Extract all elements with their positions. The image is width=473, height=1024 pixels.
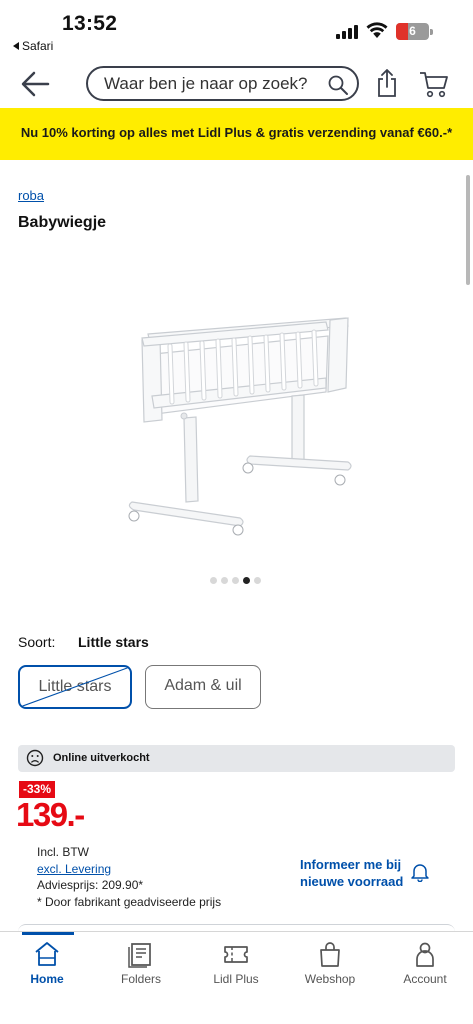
share-icon[interactable] bbox=[376, 68, 398, 98]
lidl-plus-icon bbox=[224, 946, 248, 963]
variant-option-little-stars[interactable]: Little stars bbox=[18, 665, 132, 709]
battery-fill bbox=[396, 23, 408, 40]
price-info: Incl. BTW excl. Levering Adviesprijs: 20… bbox=[37, 844, 221, 910]
carousel-dot[interactable] bbox=[232, 577, 239, 584]
signal-icon bbox=[336, 25, 358, 39]
folders-icon bbox=[128, 943, 151, 968]
scroll-indicator bbox=[466, 175, 470, 285]
variant-option-adam-uil[interactable]: Adam & uil bbox=[145, 665, 261, 709]
back-arrow-icon[interactable] bbox=[20, 70, 50, 98]
advice-price: Adviesprijs: 209.90* bbox=[37, 878, 144, 892]
back-triangle-icon bbox=[13, 42, 19, 50]
price-footnote: * Door fabrikant geadviseerde prijs bbox=[37, 894, 222, 909]
nav-item-folders[interactable]: Folders bbox=[94, 932, 188, 1002]
variant-selected-value: Little stars bbox=[78, 634, 149, 650]
back-to-app-link[interactable]: Safari bbox=[13, 39, 53, 53]
brand-link[interactable]: roba bbox=[18, 188, 44, 203]
search-icon[interactable] bbox=[327, 74, 349, 96]
nav-label-webshop: Webshop bbox=[304, 972, 356, 986]
bell-icon[interactable] bbox=[410, 862, 430, 882]
carousel-dot[interactable] bbox=[221, 577, 228, 584]
carousel-dot[interactable] bbox=[210, 577, 217, 584]
variant-option-label: Adam & uil bbox=[164, 677, 242, 694]
search-input[interactable]: Waar ben je naar op zoek? bbox=[86, 66, 359, 101]
variant-label: Soort: bbox=[18, 634, 56, 650]
incl-vat-text: Incl. BTW bbox=[37, 845, 90, 859]
stock-status-banner: Online uitverkocht bbox=[18, 745, 455, 772]
back-app-label: Safari bbox=[22, 39, 54, 53]
nav-label-account: Account bbox=[403, 972, 447, 986]
account-icon bbox=[416, 942, 434, 967]
promo-banner[interactable]: Nu 10% korting op alles met Lidl Plus & … bbox=[0, 108, 473, 160]
notify-line1: Informeer me bij bbox=[300, 857, 402, 872]
status-bar: 13:52 Safari 6 bbox=[0, 0, 473, 58]
nav-label-lidl-plus: Lidl Plus bbox=[213, 972, 259, 986]
cart-icon[interactable] bbox=[419, 70, 449, 98]
nav-label-folders: Folders bbox=[120, 972, 161, 986]
nav-label-home: Home bbox=[30, 972, 64, 986]
product-image-crib[interactable] bbox=[120, 296, 360, 542]
notify-restock-link[interactable]: Informeer me bij nieuwe voorraad bbox=[300, 856, 403, 890]
unavailable-strike bbox=[20, 667, 130, 707]
home-icon bbox=[35, 942, 59, 966]
carousel-dot[interactable] bbox=[254, 577, 261, 584]
wifi-icon bbox=[366, 22, 388, 38]
notify-line2: nieuwe voorraad bbox=[300, 874, 404, 889]
shopping-bag-icon bbox=[320, 942, 340, 967]
carousel-dot-active[interactable] bbox=[243, 577, 250, 584]
status-time: 13:52 bbox=[62, 12, 118, 35]
stock-status-text: Online uitverkocht bbox=[53, 752, 150, 764]
shipping-link[interactable]: excl. Levering bbox=[37, 861, 221, 878]
nav-item-lidl-plus[interactable]: Lidl Plus bbox=[189, 932, 283, 1002]
sad-face-icon bbox=[26, 749, 44, 767]
search-placeholder: Waar ben je naar op zoek? bbox=[104, 74, 308, 93]
price: 139.- bbox=[16, 796, 85, 833]
nav-item-account[interactable]: Account bbox=[378, 932, 472, 1002]
product-title: Babywiegje bbox=[18, 214, 107, 231]
bottom-navigation: Home Folders Lidl Plus Webshop Account bbox=[0, 931, 473, 1024]
app-header: Waar ben je naar op zoek? bbox=[0, 58, 473, 110]
battery-tip bbox=[430, 29, 433, 35]
battery-icon: 6 bbox=[396, 23, 429, 40]
battery-level: 6 bbox=[409, 24, 416, 38]
promo-text: Nu 10% korting op alles met Lidl Plus & … bbox=[20, 125, 453, 140]
nav-item-webshop[interactable]: Webshop bbox=[283, 932, 377, 1002]
nav-item-home[interactable]: Home bbox=[0, 932, 94, 1002]
